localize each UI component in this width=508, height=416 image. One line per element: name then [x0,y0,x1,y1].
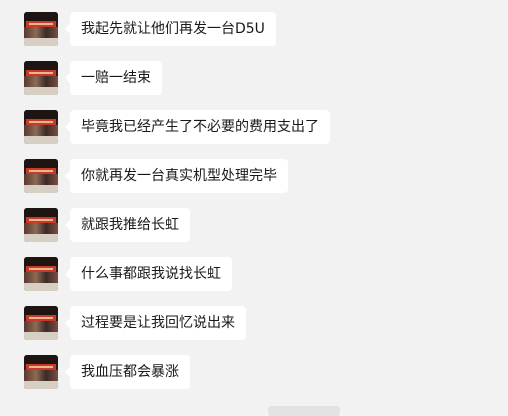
contact-avatar[interactable] [24,208,58,242]
chat-message-area[interactable]: 我起先就让他们再发一台D5U 一赔一结束 毕竟我已经产生了不必要的费用支出了 你… [0,0,508,416]
message-row: 毕竟我已经产生了不必要的费用支出了 [24,110,330,150]
message-row: 过程要是让我回忆说出来 [24,306,246,346]
message-row: 我起先就让他们再发一台D5U [24,12,276,52]
contact-avatar[interactable] [24,257,58,291]
message-bubble[interactable]: 你就再发一台真实机型处理完毕 [65,159,288,193]
contact-avatar[interactable] [24,159,58,193]
message-bubble[interactable]: 就跟我推给长虹 [65,208,190,242]
contact-avatar[interactable] [24,110,58,144]
message-bubble[interactable]: 毕竟我已经产生了不必要的费用支出了 [65,110,330,144]
message-row: 一赔一结束 [24,61,162,101]
message-bubble[interactable]: 我血压都会暴涨 [65,355,190,389]
message-bubble[interactable]: 一赔一结束 [65,61,162,95]
message-bubble[interactable]: 过程要是让我回忆说出来 [65,306,246,340]
message-row: 什么事都跟我说找长虹 [24,257,232,297]
message-row: 我血压都会暴涨 [24,355,190,395]
contact-avatar[interactable] [24,355,58,389]
contact-avatar[interactable] [24,12,58,46]
message-bubble[interactable]: 什么事都跟我说找长虹 [65,257,232,291]
contact-avatar[interactable] [24,306,58,340]
message-row: 你就再发一台真实机型处理完毕 [24,159,288,199]
contact-avatar[interactable] [24,61,58,95]
message-row: 就跟我推给长虹 [24,208,190,248]
bottom-scroll-hint [268,406,340,416]
message-bubble[interactable]: 我起先就让他们再发一台D5U [65,12,276,46]
